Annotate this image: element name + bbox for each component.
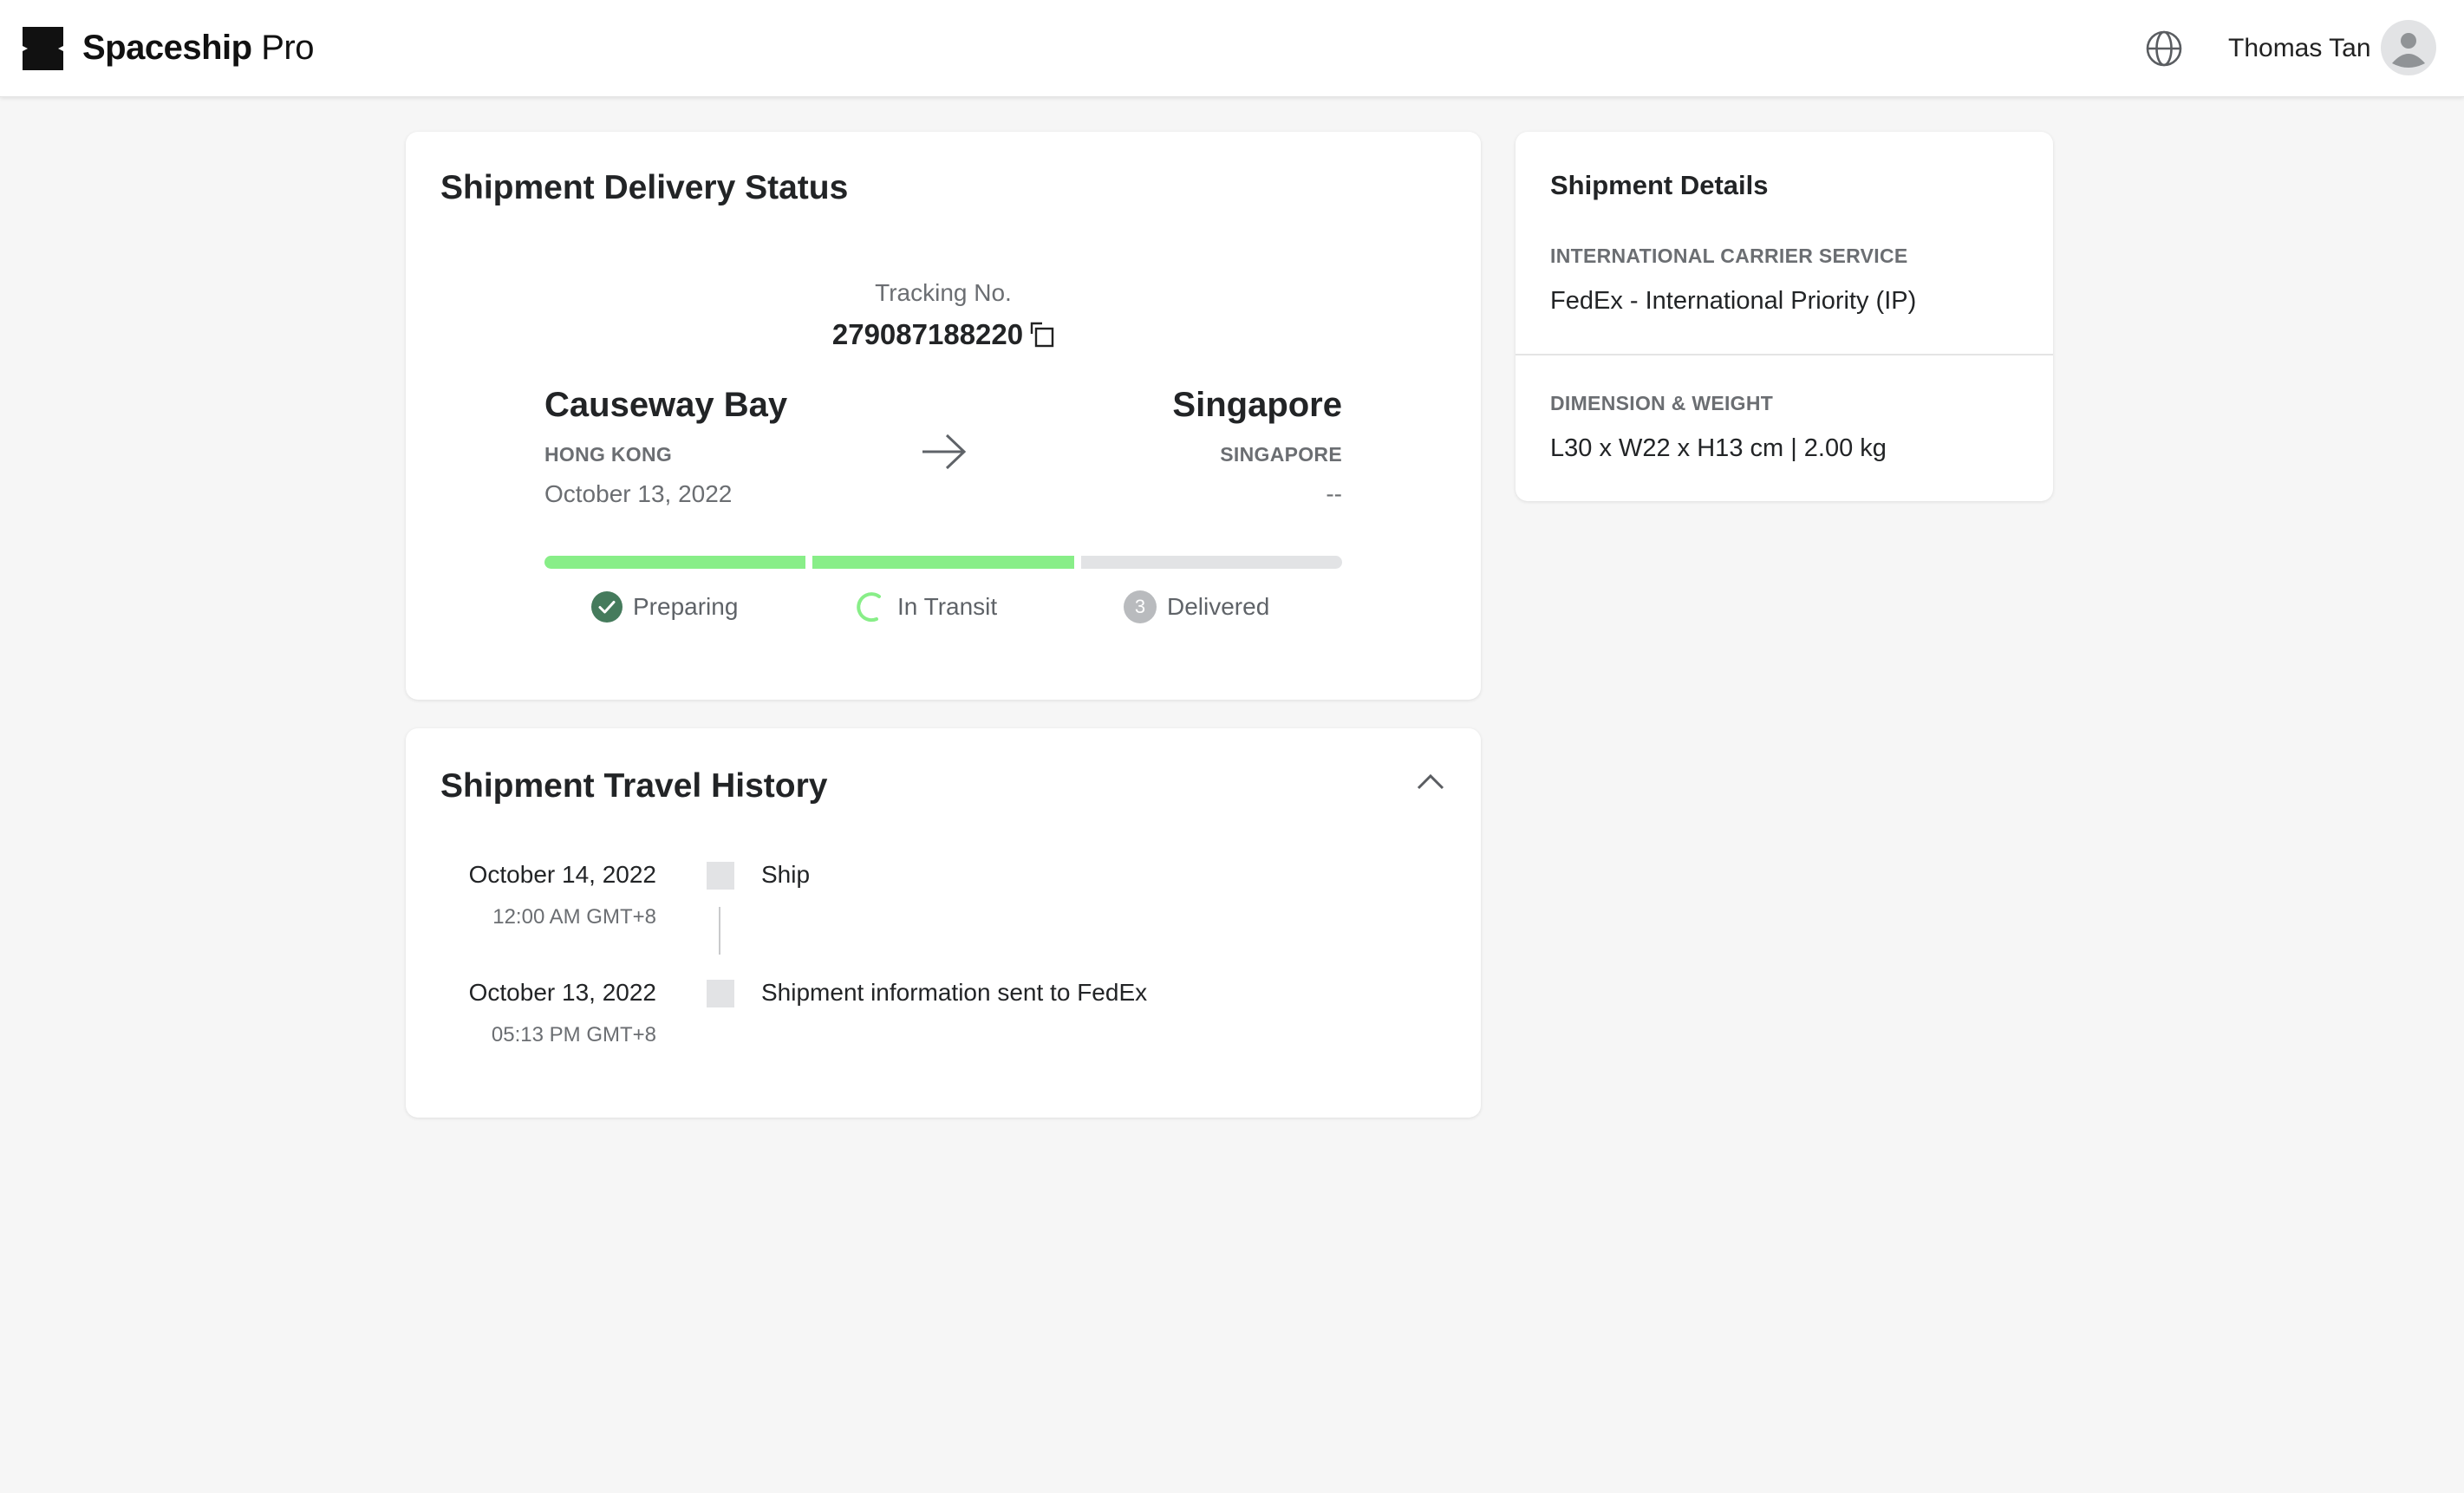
timeline-connector bbox=[719, 907, 720, 955]
dimension-weight-value: L30 x W22 x H13 cm | 2.00 kg bbox=[1550, 434, 1887, 462]
user-avatar-icon bbox=[2392, 33, 2425, 68]
tracking-number-row: 279087188220 bbox=[406, 316, 1481, 354]
origin-country: HONG KONG bbox=[544, 443, 673, 466]
event-description: Shipment information sent to FedEx bbox=[761, 979, 1148, 1006]
delivery-steps: Preparing In Transit 3 Delivered bbox=[544, 587, 1342, 627]
user-name[interactable]: Thomas Tan bbox=[2228, 31, 2371, 66]
destination-date: -- bbox=[1326, 480, 1342, 507]
timeline-event: October 13, 2022 05:13 PM GMT+8 Shipment… bbox=[406, 976, 1481, 1094]
travel-history-card: Shipment Travel History October 14, 2022… bbox=[406, 728, 1481, 1118]
event-date: October 13, 2022 bbox=[468, 979, 656, 1006]
origin-city: Causeway Bay bbox=[544, 386, 788, 424]
event-time: 05:13 PM GMT+8 bbox=[491, 1023, 656, 1046]
spaceship-logo-icon[interactable] bbox=[23, 27, 63, 70]
progress-segment-preparing bbox=[544, 556, 805, 569]
origin-date: October 13, 2022 bbox=[544, 480, 733, 507]
carrier-service-section: INTERNATIONAL CARRIER SERVICE FedEx - In… bbox=[1550, 243, 1916, 317]
brand-name-bold: Spaceship bbox=[82, 29, 252, 67]
event-marker bbox=[707, 980, 734, 1007]
copy-icon[interactable] bbox=[1030, 322, 1054, 348]
step-in-transit: In Transit bbox=[856, 587, 997, 627]
destination-location: Singapore SINGAPORE -- bbox=[1172, 383, 1342, 510]
step-label: In Transit bbox=[897, 593, 998, 620]
delivery-status-card: Shipment Delivery Status Tracking No. 27… bbox=[406, 132, 1481, 700]
step-number-icon: 3 bbox=[1124, 590, 1157, 623]
chevron-up-icon[interactable] bbox=[1415, 772, 1446, 792]
timeline-event: October 14, 2022 12:00 AM GMT+8 Ship bbox=[406, 858, 1481, 976]
arrow-right-icon bbox=[922, 434, 967, 470]
step-preparing: Preparing bbox=[591, 587, 738, 627]
delivery-progress-bar bbox=[544, 556, 1342, 569]
dimension-weight-section: DIMENSION & WEIGHT L30 x W22 x H13 cm | … bbox=[1550, 390, 1887, 465]
destination-country: SINGAPORE bbox=[1220, 443, 1342, 466]
destination-city: Singapore bbox=[1172, 386, 1342, 424]
dimension-weight-label: DIMENSION & WEIGHT bbox=[1550, 392, 1774, 414]
event-date: October 14, 2022 bbox=[468, 861, 656, 888]
step-label: Delivered bbox=[1167, 593, 1270, 620]
spinner-icon bbox=[857, 592, 881, 623]
tracking-number: 279087188220 bbox=[831, 318, 1024, 350]
top-navigation-bar: Spaceship Pro Thomas Tan bbox=[0, 0, 2464, 97]
step-delivered: 3 Delivered bbox=[1124, 587, 1269, 627]
origin-location: Causeway Bay HONG KONG October 13, 2022 bbox=[544, 383, 787, 510]
travel-history-title: Shipment Travel History bbox=[440, 767, 828, 805]
event-description: Ship bbox=[761, 861, 811, 888]
shipment-details-title: Shipment Details bbox=[1550, 170, 1769, 200]
progress-segment-delivered bbox=[1081, 556, 1342, 569]
brand-name[interactable]: Spaceship Pro bbox=[82, 26, 314, 69]
event-marker bbox=[707, 862, 734, 890]
event-time: 12:00 AM GMT+8 bbox=[492, 905, 656, 929]
section-divider bbox=[1516, 354, 2053, 355]
carrier-service-value: FedEx - International Priority (IP) bbox=[1550, 287, 1917, 315]
carrier-service-label: INTERNATIONAL CARRIER SERVICE bbox=[1550, 244, 1908, 267]
globe-icon[interactable] bbox=[2145, 29, 2183, 68]
shipment-details-card: Shipment Details INTERNATIONAL CARRIER S… bbox=[1516, 132, 2053, 501]
tracking-label: Tracking No. bbox=[875, 279, 1012, 306]
step-label: Preparing bbox=[633, 593, 739, 620]
brand-name-suffix: Pro bbox=[261, 29, 314, 67]
delivery-status-title: Shipment Delivery Status bbox=[440, 169, 849, 206]
check-circle-icon bbox=[591, 591, 623, 623]
avatar[interactable] bbox=[2381, 20, 2436, 75]
progress-segment-in-transit bbox=[812, 556, 1074, 569]
